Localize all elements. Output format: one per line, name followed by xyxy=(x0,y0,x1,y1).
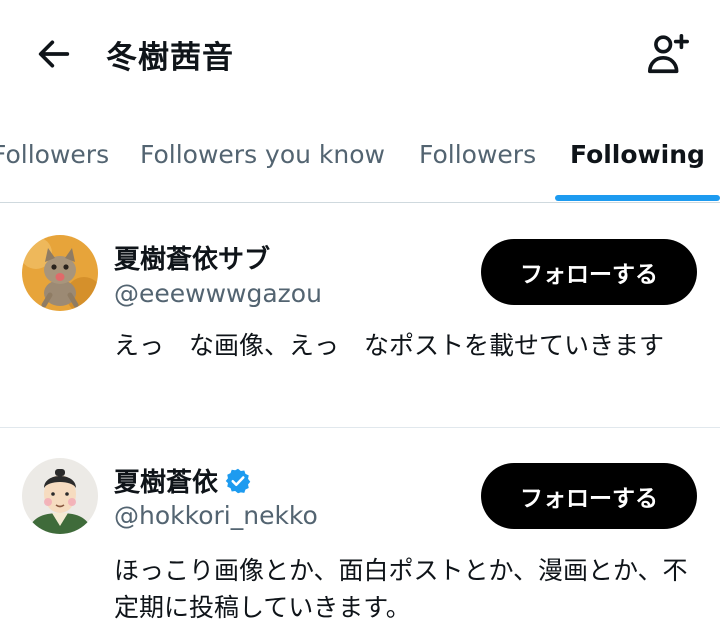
tab-followers-you-know[interactable]: Followers you know xyxy=(140,140,385,169)
follow-button[interactable]: フォローする xyxy=(481,463,697,529)
person-add-icon xyxy=(647,33,689,74)
user-list-item[interactable]: 夏樹蒼依 @hokkori_nekko フォローする ほっこり画像とか、面白ポス… xyxy=(0,428,720,643)
user-handle: @eeewwwgazou xyxy=(114,279,322,308)
avatar[interactable] xyxy=(22,235,98,311)
user-handle: @hokkori_nekko xyxy=(114,501,318,530)
tab-following[interactable]: Following xyxy=(570,140,705,169)
user-bio: えっ な画像、えっ なポストを載せていきます xyxy=(114,331,665,360)
follow-button[interactable]: フォローする xyxy=(481,239,697,305)
user-name[interactable]: 夏樹蒼依サブ xyxy=(114,239,270,276)
samurai-avatar-image xyxy=(22,458,98,534)
user-bio: ほっこり画像とか、面白ポストとか、漫画とか、不定期に投稿していきます。 xyxy=(114,556,688,622)
page-title: 冬樹茜音 xyxy=(106,40,234,76)
tab-followers[interactable]: Followers xyxy=(0,140,109,169)
avatar[interactable] xyxy=(22,458,98,534)
active-tab-indicator xyxy=(555,195,720,201)
tab-verified-followers[interactable]: Followers xyxy=(419,140,536,169)
follow-user-button[interactable] xyxy=(642,30,694,78)
top-bar: 冬樹茜音 xyxy=(0,0,720,110)
tab-bar: Followers Followers you know Followers F… xyxy=(0,128,720,203)
arrow-left-icon xyxy=(38,40,70,68)
user-name-text: 夏樹蒼依サブ xyxy=(114,245,271,275)
kitten-avatar-image xyxy=(22,235,98,311)
back-button[interactable] xyxy=(30,30,78,78)
user-name-text: 夏樹蒼依 xyxy=(114,468,219,498)
user-name[interactable]: 夏樹蒼依 xyxy=(114,462,252,499)
verified-badge-icon xyxy=(225,468,251,493)
user-list-item[interactable]: 夏樹蒼依サブ @eeewwwgazou フォローする えっ な画像、えっ なポス… xyxy=(0,203,720,428)
